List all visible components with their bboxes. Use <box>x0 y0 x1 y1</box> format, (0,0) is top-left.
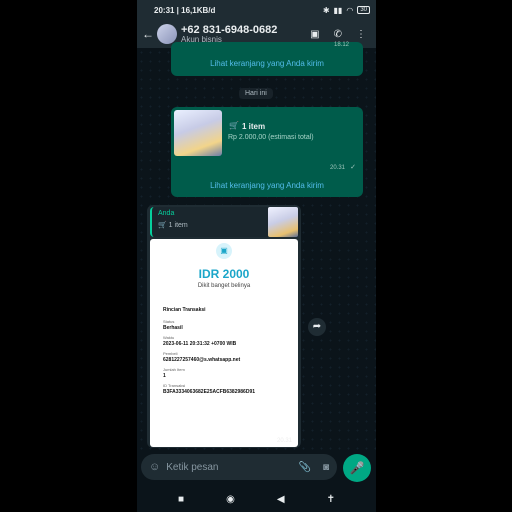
store-icon[interactable]: ▣ <box>310 29 319 40</box>
item-count-value: 1 <box>163 373 166 379</box>
phone-screen: 20:31 | 16,1KB/d ✱ ▮▮ ◠ 30 ← +62 831-694… <box>137 0 376 512</box>
buyer-value: 6281227257460@s.whatsapp.net <box>163 357 241 363</box>
status-value: Berhasil <box>163 325 183 331</box>
quoted-sender: Anda <box>158 210 175 217</box>
home-icon[interactable]: ◉ <box>226 494 235 505</box>
message-input[interactable]: Ketik pesan <box>166 462 218 473</box>
buyer-label: Pembeli <box>163 351 178 356</box>
view-cart-link[interactable]: Lihat keranjang yang Anda kirim <box>171 59 363 68</box>
cart-price: Rp 2.000,00 (estimasi total) <box>228 134 314 141</box>
receipt-heading: Rincian Transaksi <box>163 307 206 313</box>
attach-icon[interactable]: 📎 <box>299 462 311 473</box>
cart-thumbnail <box>174 110 222 156</box>
check-icon: ✓ <box>350 164 356 171</box>
call-icon[interactable]: ✆ <box>334 29 342 40</box>
message-composer[interactable]: ☺ Ketik pesan 📎 ◙ <box>141 454 337 480</box>
message-time: 20.31 <box>276 438 292 444</box>
cart-message[interactable]: 🛒 1 item Rp 2.000,00 (estimasi total) 20… <box>171 107 363 197</box>
more-options-icon[interactable]: ⋮ <box>356 29 366 40</box>
accessibility-icon[interactable]: ✝ <box>327 494 335 505</box>
cart-icon: 🛒 <box>229 121 239 130</box>
receipt-amount: IDR 2000 <box>198 267 250 281</box>
transaction-id-value: B3FA3334063682E25ACFB6382986D91 <box>163 389 256 395</box>
date-chip: Hari ini <box>239 88 273 99</box>
camera-icon[interactable]: ◙ <box>323 462 329 473</box>
quoted-cart[interactable]: Anda 🛒 1 item <box>150 207 300 237</box>
status-time-speed: 20:31 | 16,1KB/d <box>154 5 216 15</box>
cart-message-previous: 18.12 Lihat keranjang yang Anda kirim <box>171 42 363 76</box>
emoji-icon[interactable]: ☺ <box>149 461 160 473</box>
recent-apps-icon[interactable]: ■ <box>178 494 184 505</box>
contact-number: +62 831-6948-0682 <box>181 23 278 36</box>
system-nav-bar: ■ ◉ ◀ ✝ <box>137 486 376 512</box>
quoted-thumbnail <box>268 207 298 237</box>
time-label: Waktu <box>163 335 175 340</box>
quoted-item-count: 🛒 1 item <box>158 222 188 229</box>
time-value: 2023-06-11 20:31:32 +0700 WIB <box>163 341 237 347</box>
avatar[interactable] <box>157 24 177 44</box>
view-cart-link[interactable]: Lihat keranjang yang Anda kirim <box>171 181 363 190</box>
mic-icon: 🎤 <box>349 461 365 475</box>
status-bar: 20:31 | 16,1KB/d ✱ ▮▮ ◠ 30 <box>137 0 376 20</box>
cart-icon: 🛒 <box>158 222 169 229</box>
back-nav-icon[interactable]: ◀ <box>277 494 285 505</box>
forward-icon[interactable]: ➦ <box>308 318 326 336</box>
battery-icon: 30 <box>357 6 370 14</box>
battery-level: 30 <box>360 7 367 13</box>
wifi-icon: ◠ <box>346 5 354 15</box>
transaction-id-label: ID Transaksi <box>163 383 186 388</box>
cart-item-count: 1 item <box>242 122 266 131</box>
message-time: 18.12 <box>333 42 349 48</box>
chat-area: 18.12 Lihat keranjang yang Anda kirim Ha… <box>137 42 376 452</box>
status-label: Status <box>163 319 175 324</box>
signal-icon: ▮▮ <box>333 5 343 15</box>
store-icon: ▣ <box>216 243 232 259</box>
bluetooth-icon: ✱ <box>322 5 330 15</box>
back-arrow-icon[interactable]: ← <box>142 27 154 41</box>
receipt-image[interactable]: ▣ IDR 2000 Dikit banget belinya Rincian … <box>150 239 298 447</box>
incoming-receipt-message: Anda 🛒 1 item ▣ IDR 2000 Dikit banget be… <box>147 205 301 448</box>
mic-button[interactable]: 🎤 <box>343 454 371 482</box>
item-count-label: Jumlah Item <box>163 367 185 372</box>
message-time: 20.31 <box>329 165 345 171</box>
receipt-note: Dikit banget belinya <box>197 283 251 289</box>
